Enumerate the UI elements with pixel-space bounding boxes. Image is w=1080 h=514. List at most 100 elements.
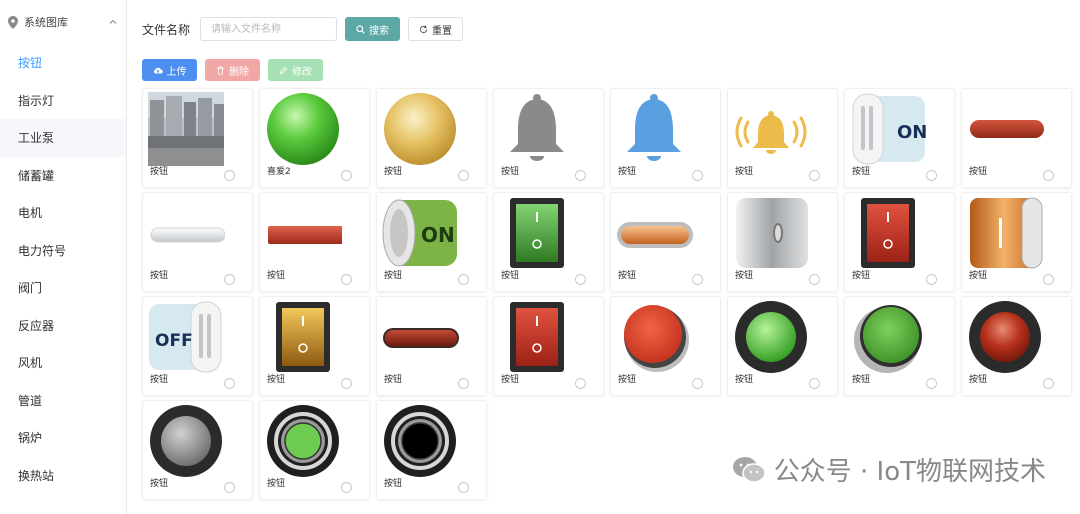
- sidebar-item-indicator-lights[interactable]: 指示灯: [0, 82, 126, 120]
- gallery-card[interactable]: 按钮: [493, 192, 604, 292]
- select-radio[interactable]: [224, 378, 235, 389]
- select-radio[interactable]: [692, 378, 703, 389]
- file-name-label: 文件名称: [142, 22, 191, 37]
- gallery-card[interactable]: 按钮: [961, 192, 1072, 292]
- blue-bell-image: [615, 92, 693, 166]
- gallery-card[interactable]: 按钮: [376, 88, 487, 188]
- gallery-card[interactable]: 按钮: [259, 192, 370, 292]
- chevron-up-icon[interactable]: [108, 17, 118, 27]
- gallery-card[interactable]: 按钮: [610, 296, 721, 396]
- select-radio[interactable]: [224, 482, 235, 493]
- red-rocker-2-image: [498, 300, 576, 374]
- select-radio[interactable]: [458, 170, 469, 181]
- gallery-card[interactable]: 按钮: [844, 192, 955, 292]
- select-radio[interactable]: [1043, 274, 1054, 285]
- select-radio[interactable]: [809, 274, 820, 285]
- select-radio[interactable]: [458, 378, 469, 389]
- gallery-card[interactable]: 按钮: [376, 296, 487, 396]
- select-radio[interactable]: [926, 274, 937, 285]
- select-radio[interactable]: [692, 170, 703, 181]
- select-radio[interactable]: [341, 170, 352, 181]
- select-radio[interactable]: [575, 274, 586, 285]
- upload-button[interactable]: 上传: [142, 59, 197, 81]
- card-label: 按钮: [501, 271, 520, 281]
- upload-button-label: 上传: [166, 66, 187, 78]
- delete-button[interactable]: 删除: [205, 59, 260, 81]
- gallery-card[interactable]: OFF 按钮: [142, 296, 253, 396]
- select-radio[interactable]: [926, 170, 937, 181]
- gallery-card[interactable]: 按钮: [142, 400, 253, 500]
- card-label: 按钮: [969, 167, 988, 177]
- select-radio[interactable]: [1043, 378, 1054, 389]
- file-name-input[interactable]: [200, 17, 338, 41]
- sidebar-item-motors[interactable]: 电机: [0, 194, 126, 232]
- action-toolbar: 上传 删除 修改: [142, 59, 323, 81]
- gallery-card[interactable]: 按钮: [259, 400, 370, 500]
- sidebar-item-boilers[interactable]: 锅炉: [0, 419, 126, 457]
- on-toggle-white-image: ON: [849, 92, 927, 166]
- gallery-card[interactable]: 按钮: [259, 296, 370, 396]
- cloud-upload-icon: [153, 67, 163, 73]
- gallery-card[interactable]: 按钮: [844, 296, 955, 396]
- select-radio[interactable]: [341, 378, 352, 389]
- reset-button-label: 重置: [432, 25, 453, 37]
- black-metal-button-image: [381, 404, 459, 478]
- gallery-card[interactable]: 按钮: [142, 192, 253, 292]
- white-pill-image: [147, 196, 225, 270]
- select-radio[interactable]: [458, 482, 469, 493]
- sidebar-item-buttons[interactable]: 按钮: [0, 44, 126, 82]
- search-button[interactable]: 搜索: [345, 17, 401, 41]
- green-metal-button-image: [264, 404, 342, 478]
- select-radio[interactable]: [341, 482, 352, 493]
- sidebar-item-fans[interactable]: 风机: [0, 344, 126, 382]
- sidebar-item-valves[interactable]: 阀门: [0, 269, 126, 307]
- select-radio[interactable]: [575, 378, 586, 389]
- sidebar-header-title: 系统图库: [24, 16, 68, 29]
- gallery-card[interactable]: 按钮: [727, 88, 838, 188]
- card-label: 按钮: [501, 167, 520, 177]
- gallery-card[interactable]: 喜爱2: [259, 88, 370, 188]
- gallery-card[interactable]: 按钮: [493, 88, 604, 188]
- card-label: 按钮: [150, 375, 169, 385]
- gallery-card[interactable]: ON 按钮: [376, 192, 487, 292]
- select-radio[interactable]: [341, 274, 352, 285]
- gallery-card[interactable]: 按钮: [961, 296, 1072, 396]
- gallery-card[interactable]: 按钮: [610, 88, 721, 188]
- card-label: 按钮: [969, 375, 988, 385]
- select-radio[interactable]: [224, 274, 235, 285]
- building-photo-image: [147, 92, 225, 166]
- sidebar-item-reactors[interactable]: 反应器: [0, 307, 126, 345]
- gallery-card[interactable]: 按钮: [142, 88, 253, 188]
- select-radio[interactable]: [809, 378, 820, 389]
- gallery-card[interactable]: 按钮: [493, 296, 604, 396]
- select-radio[interactable]: [1043, 170, 1054, 181]
- select-radio[interactable]: [575, 170, 586, 181]
- red-push-button-image: [615, 300, 693, 374]
- select-radio[interactable]: [692, 274, 703, 285]
- sidebar-item-industrial-pumps[interactable]: 工业泵: [0, 119, 126, 157]
- card-label: 按钮: [267, 271, 286, 281]
- select-radio[interactable]: [926, 378, 937, 389]
- sidebar-header[interactable]: 系统图库: [0, 0, 126, 44]
- card-label: 按钮: [735, 271, 754, 281]
- sidebar-item-pipes[interactable]: 管道: [0, 382, 126, 420]
- gallery-card[interactable]: 按钮: [727, 296, 838, 396]
- edit-button[interactable]: 修改: [268, 59, 323, 81]
- select-radio[interactable]: [809, 170, 820, 181]
- gallery-card[interactable]: 按钮: [961, 88, 1072, 188]
- red-pill-image: [966, 92, 1044, 166]
- watermark-text: 公众号 · IoT物联网技术: [773, 457, 1046, 487]
- gallery-card[interactable]: ON 按钮: [844, 88, 955, 188]
- gray-ring-button-image: [147, 404, 225, 478]
- sidebar-item-storage-tanks[interactable]: 储蓄罐: [0, 157, 126, 195]
- trash-icon: [217, 66, 224, 75]
- reset-button[interactable]: 重置: [408, 17, 464, 41]
- select-radio[interactable]: [458, 274, 469, 285]
- orange-pill-image: [615, 196, 693, 270]
- gallery-card[interactable]: 按钮: [727, 192, 838, 292]
- gallery-card[interactable]: 按钮: [610, 192, 721, 292]
- sidebar-item-power-symbols[interactable]: 电力符号: [0, 232, 126, 270]
- gallery-card[interactable]: 按钮: [376, 400, 487, 500]
- sidebar-item-heat-exchange-stations[interactable]: 换热站: [0, 457, 126, 495]
- select-radio[interactable]: [224, 170, 235, 181]
